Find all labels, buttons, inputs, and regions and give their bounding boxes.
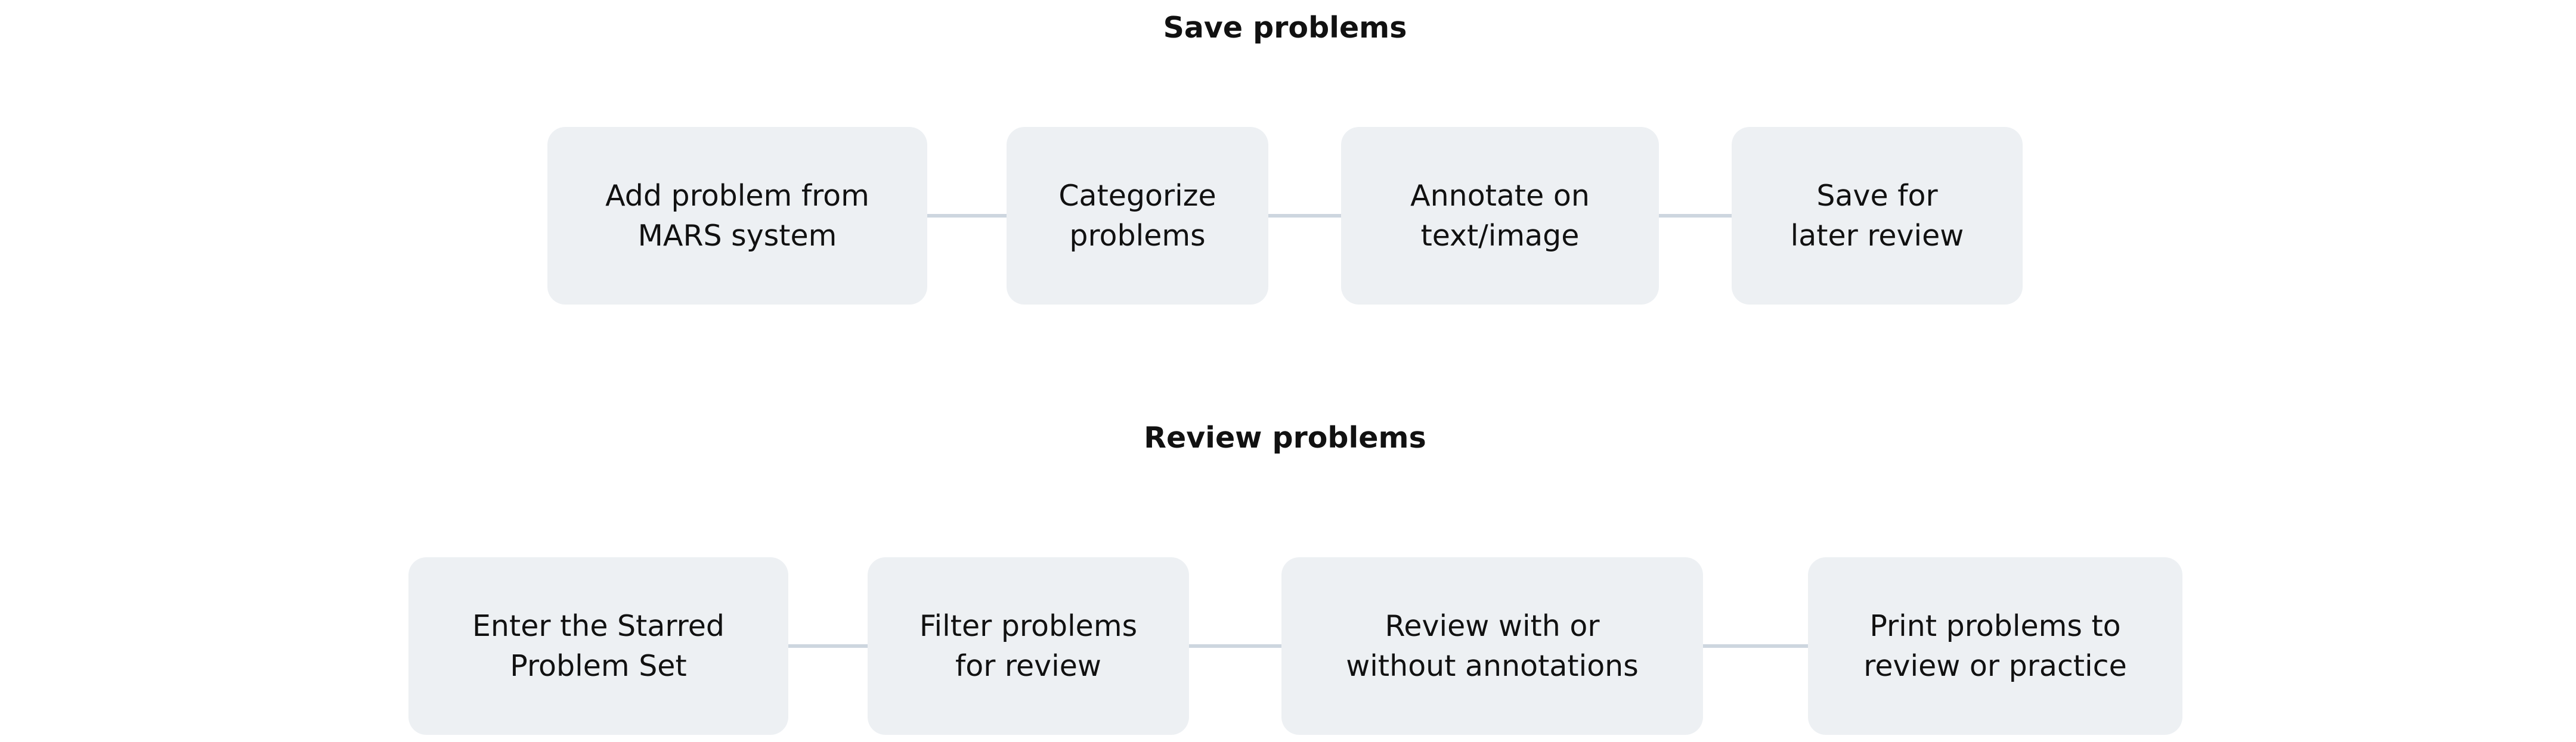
step-review-annotations: Review with or without annotations [1281,557,1703,735]
step-annotate: Annotate on text/image [1341,127,1659,305]
step-label: Categorize problems [1058,178,1216,253]
step-label: Annotate on text/image [1410,178,1590,253]
step-filter-problems: Filter problems for review [868,557,1189,735]
step-add-problem: Add problem from MARS system [547,127,927,305]
step-label: Add problem from MARS system [605,178,869,253]
step-label: Save for later review [1790,178,1964,253]
step-save-for-later: Save for later review [1732,127,2023,305]
step-label: Enter the Starred Problem Set [472,608,725,683]
connector-line [1703,644,1808,648]
step-categorize-problems: Categorize problems [1007,127,1268,305]
step-label: Print problems to review or practice [1863,608,2127,683]
step-print-problems: Print problems to review or practice [1808,557,2182,735]
connector-line [1189,644,1281,648]
connector-line [1268,214,1341,218]
step-enter-starred-set: Enter the Starred Problem Set [408,557,788,735]
connector-line [788,644,868,648]
connector-line [1659,214,1732,218]
step-label: Review with or without annotations [1346,608,1639,683]
connector-line [927,214,1007,218]
section-title-save-problems: Save problems [1163,11,1407,45]
step-label: Filter problems for review [919,608,1138,683]
section-title-review-problems: Review problems [1144,421,1426,455]
